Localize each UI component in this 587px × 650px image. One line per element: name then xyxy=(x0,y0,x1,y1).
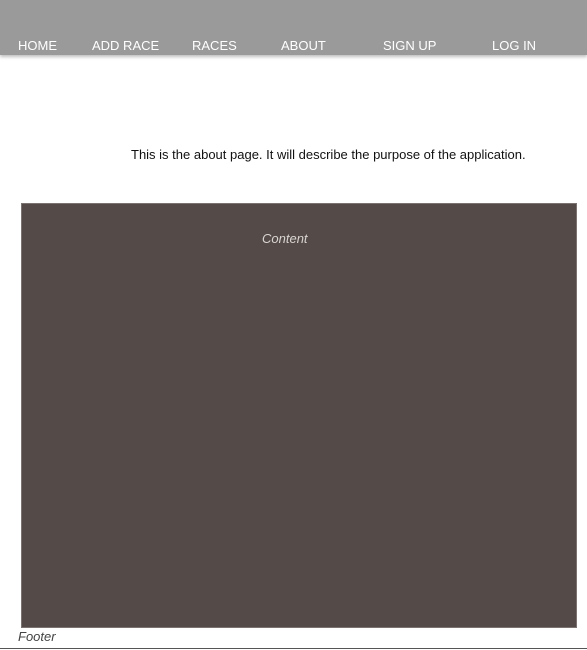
content-placeholder-label: Content xyxy=(262,231,308,246)
nav-add-race-link[interactable]: ADD RACE xyxy=(92,38,159,53)
nav-races-link[interactable]: RACES xyxy=(192,38,237,53)
top-navbar: HOME ADD RACE RACES ABOUT SIGN UP LOG IN xyxy=(0,0,587,55)
footer-divider xyxy=(0,648,587,649)
nav-home-link[interactable]: HOME xyxy=(18,38,57,53)
content-area: Content xyxy=(21,203,577,628)
nav-log-in-link[interactable]: LOG IN xyxy=(492,38,536,53)
nav-sign-up-link[interactable]: SIGN UP xyxy=(383,38,436,53)
footer-label: Footer xyxy=(18,629,56,644)
nav-about-link[interactable]: ABOUT xyxy=(281,38,326,53)
about-description: This is the about page. It will describe… xyxy=(131,147,526,162)
